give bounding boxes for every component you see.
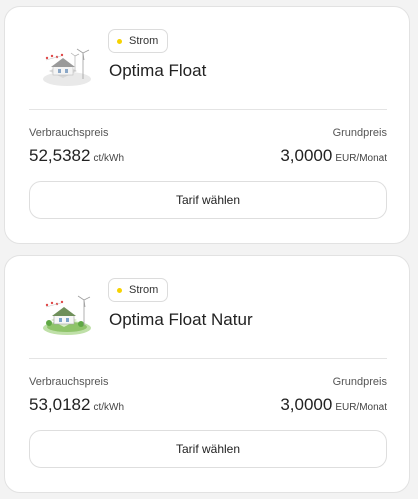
category-badge: Strom	[108, 278, 169, 302]
consumption-price: 53,0182 ct/kWh	[29, 395, 124, 415]
base-price-value: 3,0000	[280, 395, 333, 414]
tariff-card: Strom Optima Float Natur Verbrauchspreis…	[4, 255, 410, 493]
category-badge: Strom	[108, 29, 169, 53]
tariff-card: Strom Optima Float Verbrauchspreis Grund…	[4, 6, 410, 244]
base-price-label: Grundpreis	[332, 127, 387, 139]
base-price-unit: EUR/Monat	[335, 402, 387, 413]
consumption-price-unit: ct/kWh	[93, 153, 125, 164]
base-price-unit: EUR/Monat	[335, 153, 387, 164]
base-price-label: Grundpreis	[332, 376, 387, 388]
electricity-dot-icon	[117, 38, 122, 44]
category-label: Strom	[129, 284, 159, 296]
consumption-price-label: Verbrauchspreis	[29, 376, 109, 388]
category-label: Strom	[129, 35, 159, 47]
divider	[29, 109, 387, 110]
electricity-dot-icon	[117, 287, 122, 293]
consumption-price-label: Verbrauchspreis	[29, 127, 109, 139]
green-house-wind-turbine-icon	[43, 295, 91, 335]
tariff-name: Optima Float	[109, 61, 207, 80]
divider	[29, 358, 387, 359]
select-tariff-button[interactable]: Tarif wählen	[29, 181, 387, 219]
select-tariff-button[interactable]: Tarif wählen	[29, 430, 387, 468]
base-price-value: 3,0000	[280, 146, 333, 165]
consumption-price-value: 53,0182	[29, 395, 91, 414]
consumption-price: 52,5382 ct/kWh	[29, 146, 124, 166]
house-wind-turbine-icon	[43, 48, 91, 86]
base-price: 3,0000 EUR/Monat	[280, 146, 387, 166]
base-price: 3,0000 EUR/Monat	[280, 395, 387, 415]
tariff-name: Optima Float Natur	[109, 310, 253, 329]
consumption-price-unit: ct/kWh	[93, 402, 125, 413]
consumption-price-value: 52,5382	[29, 146, 91, 165]
